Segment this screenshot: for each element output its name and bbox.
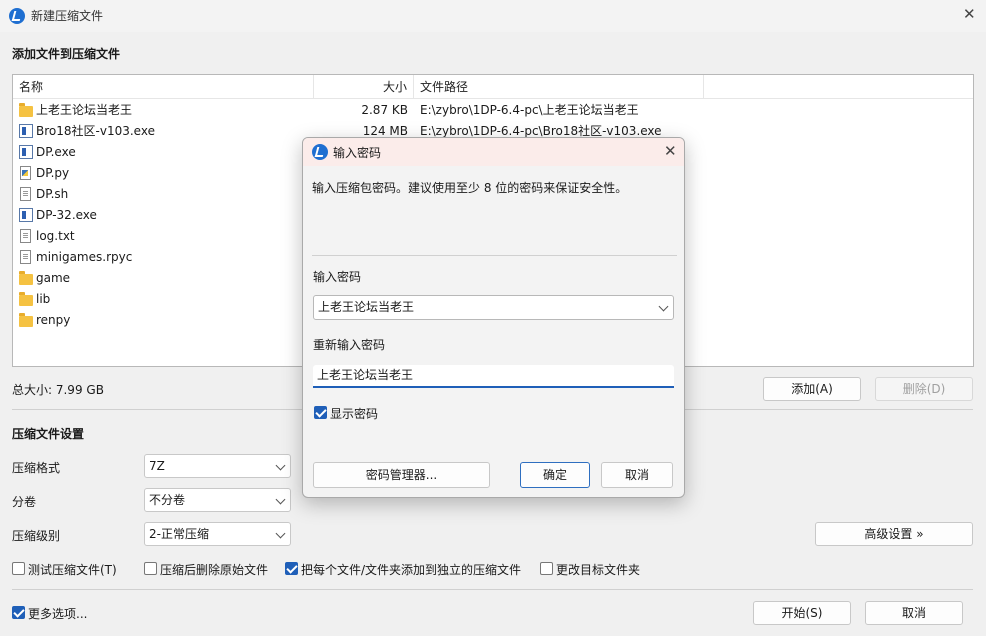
total-size: 总大小: 7.99 GB [12, 383, 104, 397]
separate-archives-checkbox[interactable] [285, 562, 298, 575]
file-name: lib [36, 292, 51, 306]
split-value: 不分卷 [149, 493, 186, 507]
password-label: 输入密码 [313, 270, 362, 284]
exe-icon [19, 208, 33, 222]
delete-source-label[interactable]: 压缩后删除原始文件 [160, 561, 268, 578]
chevron-down-icon [275, 528, 286, 539]
app-logo-icon [9, 8, 25, 24]
confirm-password-input[interactable]: 上老王论坛当老王 [313, 365, 674, 388]
text-file-icon [20, 229, 31, 243]
folder-icon [19, 292, 33, 306]
column-size[interactable]: 大小 [314, 75, 414, 99]
column-path[interactable]: 文件路径 [414, 75, 704, 99]
show-password-label[interactable]: 显示密码 [330, 405, 378, 422]
file-name: Bro18社区-v103.exe [36, 124, 155, 138]
folder-icon [19, 271, 33, 285]
show-password-checkbox[interactable] [314, 406, 327, 419]
confirm-password-label: 重新输入密码 [313, 338, 386, 352]
dialog-title-bar: 输入密码 ✕ [303, 138, 684, 166]
file-name: DP.sh [36, 187, 69, 201]
dialog-cancel-button[interactable]: 取消 [601, 462, 673, 488]
dialog-title: 输入密码 [333, 146, 382, 160]
file-name: game [36, 271, 71, 285]
split-select[interactable]: 不分卷 [144, 488, 291, 512]
more-options-checkbox[interactable] [12, 606, 25, 619]
app-logo-icon [312, 144, 328, 160]
python-file-icon [20, 166, 31, 180]
folder-icon [19, 313, 33, 327]
password-input[interactable]: 上老王论坛当老王 [313, 295, 674, 320]
file-name: renpy [36, 313, 71, 327]
chevron-down-icon [275, 460, 286, 471]
window-title: 新建压缩文件 [31, 9, 104, 23]
file-size: 2.87 KB [361, 103, 408, 117]
format-label: 压缩格式 [12, 461, 61, 475]
separate-archives-label[interactable]: 把每个文件/文件夹添加到独立的压缩文件 [301, 561, 521, 578]
chevron-down-icon [275, 494, 286, 505]
file-name: DP.py [36, 166, 70, 180]
change-target-label[interactable]: 更改目标文件夹 [556, 561, 640, 578]
level-label: 压缩级别 [12, 529, 61, 543]
file-name: minigames.rpyc [36, 250, 133, 264]
file-name: 上老王论坛当老王 [36, 103, 133, 117]
exe-icon [19, 145, 33, 159]
cancel-button[interactable]: 取消 [865, 601, 963, 625]
file-name: DP.exe [36, 145, 76, 159]
folder-icon [19, 103, 33, 117]
file-path: E:\zybro\1DP-6.4-pc\上老王论坛当老王 [420, 103, 639, 117]
title-bar: 新建压缩文件 ✕ [0, 0, 986, 32]
advanced-settings-button[interactable]: 高级设置 » [815, 522, 973, 546]
script-file-icon [20, 187, 31, 201]
column-name[interactable]: 名称 [13, 75, 314, 99]
test-archive-label[interactable]: 测试压缩文件(T) [28, 561, 117, 578]
password-value: 上老王论坛当老王 [318, 300, 415, 314]
close-icon[interactable]: ✕ [664, 144, 677, 159]
confirm-password-value: 上老王论坛当老王 [317, 368, 414, 382]
file-name: DP-32.exe [36, 208, 97, 222]
dialog-description: 输入压缩包密码。建议使用至少 8 位的密码来保证安全性。 [312, 181, 628, 195]
delete-source-checkbox[interactable] [144, 562, 157, 575]
split-label: 分卷 [12, 495, 37, 509]
level-value: 2-正常压缩 [149, 527, 209, 541]
exe-icon [19, 124, 33, 138]
add-section-title: 添加文件到压缩文件 [12, 47, 121, 61]
file-icon [20, 250, 31, 264]
level-select[interactable]: 2-正常压缩 [144, 522, 291, 546]
test-archive-checkbox[interactable] [12, 562, 25, 575]
password-dialog: 输入密码 ✕ 输入压缩包密码。建议使用至少 8 位的密码来保证安全性。 输入密码… [302, 137, 685, 498]
file-name: log.txt [36, 229, 75, 243]
settings-section-title: 压缩文件设置 [12, 427, 85, 441]
add-button[interactable]: 添加(A) [763, 377, 861, 401]
change-target-checkbox[interactable] [540, 562, 553, 575]
close-icon[interactable]: ✕ [963, 7, 976, 22]
format-select[interactable]: 7Z [144, 454, 291, 478]
divider [312, 255, 677, 256]
password-manager-button[interactable]: 密码管理器... [313, 462, 490, 488]
file-list-header: 名称 大小 文件路径 [13, 75, 973, 99]
chevron-down-icon[interactable] [658, 301, 669, 312]
file-row[interactable]: 上老王论坛当老王 2.87 KB E:\zybro\1DP-6.4-pc\上老王… [13, 100, 973, 121]
remove-button[interactable]: 删除(D) [875, 377, 973, 401]
ok-button[interactable]: 确定 [520, 462, 590, 488]
format-value: 7Z [149, 459, 165, 473]
divider [12, 589, 973, 590]
more-options-label[interactable]: 更多选项... [28, 605, 87, 622]
start-button[interactable]: 开始(S) [753, 601, 851, 625]
